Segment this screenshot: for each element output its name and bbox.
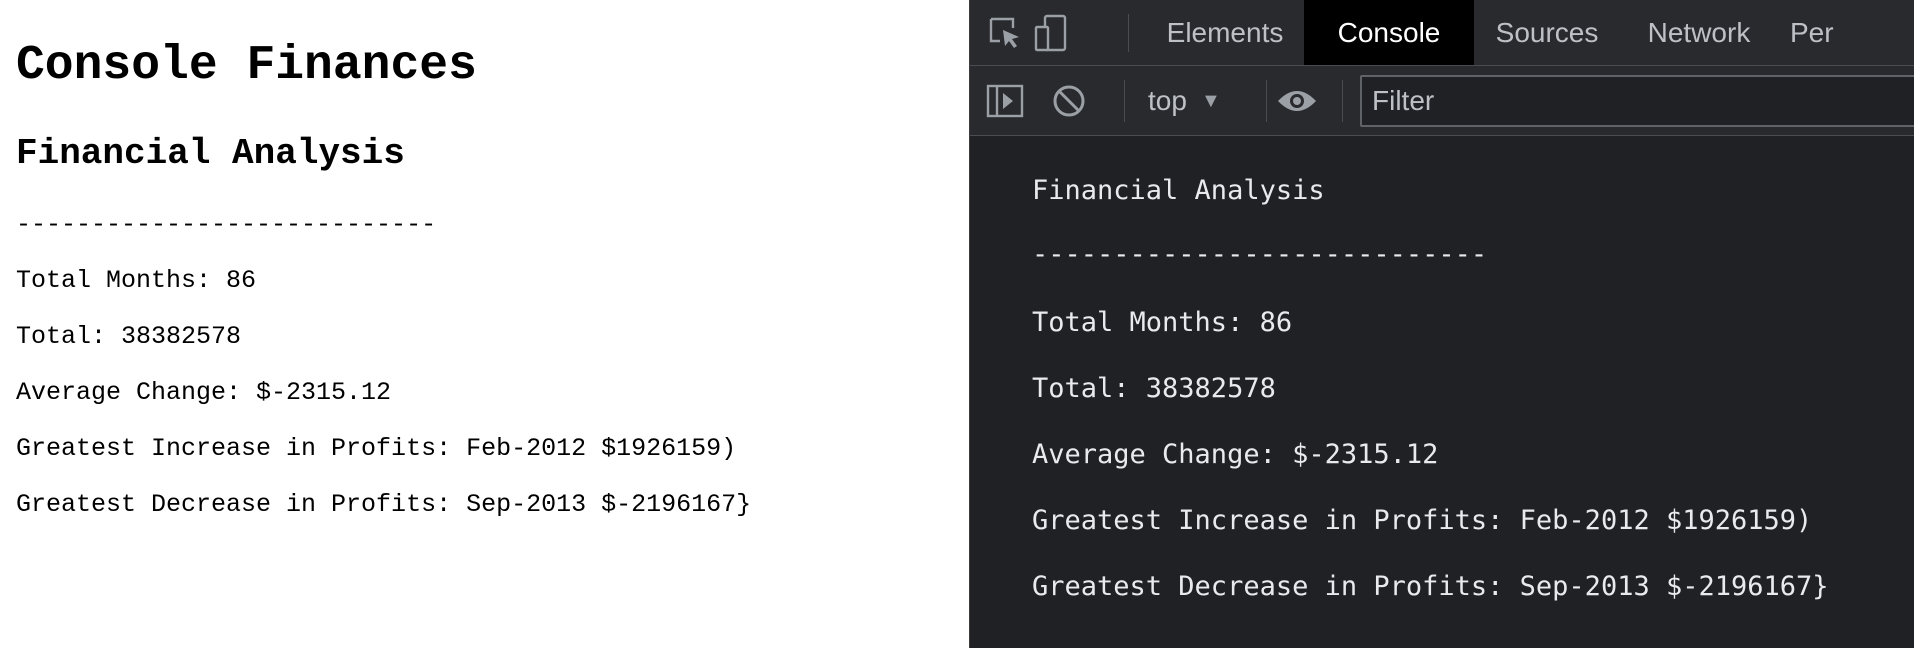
clear-console-icon[interactable] [1048, 80, 1090, 122]
console-message: ---------------------------- [1032, 239, 1488, 270]
live-expression-eye-icon[interactable] [1272, 80, 1322, 122]
context-selector-value: top [1148, 85, 1187, 116]
show-sidebar-icon[interactable] [984, 80, 1026, 122]
console-message: Total: 38382578 [1032, 373, 1276, 404]
tab-bar-divider [1128, 14, 1129, 52]
devtools-panel: Elements Console Sources Network Per top… [969, 0, 1914, 648]
tab-network[interactable]: Network [1620, 0, 1778, 65]
console-output: Financial Analysis ---------------------… [970, 136, 1914, 648]
inspect-element-icon[interactable] [984, 12, 1026, 54]
devtools-tab-bar: Elements Console Sources Network Per [970, 0, 1914, 66]
console-message: Greatest Decrease in Profits: Sep-2013 $… [1032, 571, 1829, 602]
caret-down-icon: ▼ [1200, 89, 1221, 112]
average-change-line: Average Change: $-2315.12 [16, 378, 392, 407]
tab-console[interactable]: Console [1304, 0, 1474, 65]
greatest-increase-line: Greatest Increase in Profits: Feb-2012 $… [16, 434, 737, 463]
total-line: Total: 38382578 [16, 322, 242, 351]
console-message: Total Months: 86 [1032, 307, 1293, 338]
console-toolbar: top ▼ [970, 66, 1914, 136]
separator-line: ---------------------------- [16, 210, 437, 239]
console-message: Greatest Increase in Profits: Feb-2012 $… [1032, 505, 1813, 536]
tab-elements[interactable]: Elements [1146, 0, 1304, 65]
device-toggle-icon[interactable] [1030, 12, 1072, 54]
greatest-decrease-line: Greatest Decrease in Profits: Sep-2013 $… [16, 490, 752, 519]
page-title: Console Finances [16, 39, 477, 93]
tab-sources[interactable]: Sources [1474, 0, 1620, 65]
context-selector[interactable]: top ▼ [1148, 80, 1221, 122]
total-months-line: Total Months: 86 [16, 266, 257, 295]
console-filter-input[interactable] [1360, 75, 1914, 127]
console-message: Average Change: $-2315.12 [1032, 439, 1439, 470]
tab-performance[interactable]: Per [1790, 0, 1910, 65]
toolbar-divider [1342, 80, 1343, 122]
console-message: Financial Analysis [1032, 175, 1325, 206]
toolbar-divider [1266, 80, 1267, 122]
page-subtitle: Financial Analysis [16, 133, 405, 174]
web-page: Console Finances Financial Analysis ----… [0, 0, 969, 648]
toolbar-divider [1124, 80, 1125, 122]
